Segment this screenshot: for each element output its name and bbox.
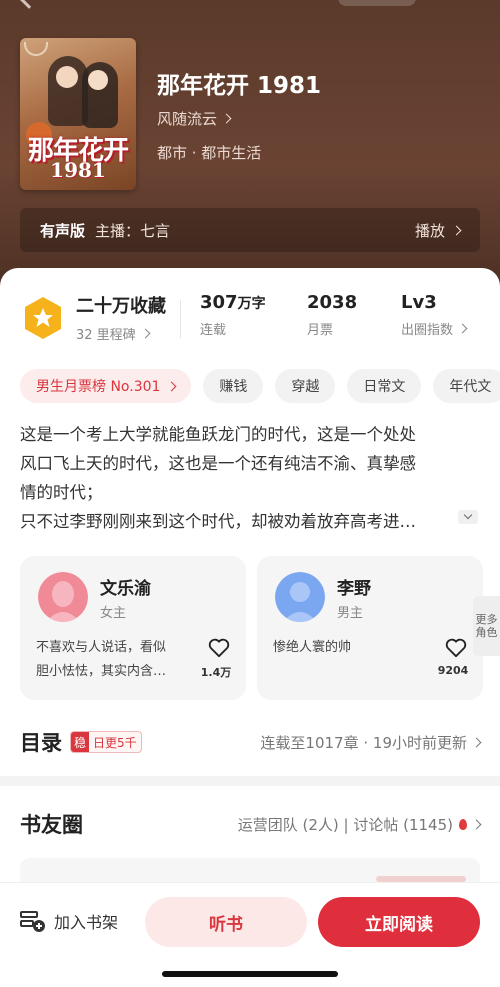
circle-heading: 书友圈 [20, 813, 83, 837]
stat-level-value: Lv3 [401, 292, 437, 313]
read-now-button[interactable]: 立即阅读 [318, 897, 480, 947]
stat-monthly-value: 2038 [307, 292, 358, 313]
bookshelf-add-icon [20, 911, 45, 932]
synopsis[interactable]: 这是一个考上大学就能鱼跃龙门的时代，这是一个处处 风口飞上天的时代，这也是一个还… [20, 420, 480, 536]
role-name: 文乐渝 [100, 579, 151, 599]
chevron-right-icon [221, 113, 232, 124]
role-type: 女主 [100, 606, 127, 621]
stat-words-value: 307 [200, 292, 238, 313]
stat-divider [180, 300, 181, 338]
stat-collect[interactable]: 二十万收藏 32 里程碑 [76, 292, 166, 343]
home-indicator [162, 971, 338, 977]
stat-level[interactable]: Lv3 出圈指数 [401, 292, 468, 338]
audio-host: 主播：七言 [95, 221, 171, 240]
synopsis-line: 这是一个考上大学就能鱼跃龙门的时代，这是一个处处 [20, 425, 416, 444]
author-name: 风随流云 [157, 110, 218, 128]
chevron-right-icon [471, 819, 482, 829]
tag-rank[interactable]: 男生月票榜 No.301 [20, 369, 192, 403]
audio-label: 有声版 [40, 221, 86, 240]
cover-face-girl [88, 70, 108, 90]
flame-icon [459, 818, 467, 830]
synopsis-line: 只不过李野刚刚来到这个时代，却被劝着放弃高考进… [20, 512, 416, 531]
stat-words-unit: 万字 [237, 296, 266, 312]
synopsis-line: 情的时代； [20, 483, 103, 502]
play-label: 播放 [414, 221, 445, 240]
update-badge-text: 日更5千 [93, 735, 137, 750]
hoop-decor [24, 42, 48, 56]
chevron-right-icon [451, 225, 462, 235]
role-card-female[interactable]: 文乐渝 女主 不喜欢与人说话，看似 胆小怯怯，其实内含… 1.4万 [20, 556, 246, 700]
listen-button[interactable]: 听书 [145, 897, 307, 947]
chevron-right-icon [140, 328, 151, 339]
tag-item[interactable]: 赚钱 [203, 369, 264, 403]
stat-collect-value: 二十万收藏 [76, 296, 166, 317]
tag-row: 男生月票榜 No.301 赚钱 穿越 日常文 年代文 [20, 369, 500, 403]
cover-face-boy [56, 66, 78, 88]
role-desc-line: 惨绝人寰的帅 [273, 640, 352, 655]
chevron-right-icon [471, 737, 482, 747]
stat-monthly[interactable]: 2038 月票 [307, 292, 357, 338]
male-avatar [275, 572, 325, 622]
circle-info: 运营团队 (2人) | 讨论帖 (1145) [237, 815, 453, 834]
shelf-label: 加入书架 [54, 913, 119, 932]
stat-monthly-sub: 月票 [307, 323, 334, 338]
toc-heading: 目录 [20, 731, 62, 755]
update-badge-icon: 稳 [71, 732, 90, 752]
back-arrow-icon[interactable] [19, 0, 39, 9]
more-roles-button[interactable]: 更多角色 [473, 596, 500, 656]
role-card-male[interactable]: 李野 男主 惨绝人寰的帅 9204 [257, 556, 483, 700]
add-to-shelf-button[interactable]: 加入书架 [20, 909, 118, 933]
tag-item[interactable]: 穿越 [275, 369, 336, 403]
synopsis-line: 风口飞上天的时代，这也是一个还有纯洁不渝、真挚感 [20, 454, 416, 473]
tag-item[interactable]: 日常文 [347, 369, 422, 403]
toc-row[interactable]: 目录 稳 日更5千 连载至1017章 · 19小时前更新 [20, 726, 482, 758]
tag-item[interactable]: 年代文 [433, 369, 500, 403]
toc-info: 连载至1017章 · 19小时前更新 [260, 733, 467, 752]
role-name: 李野 [337, 579, 371, 599]
update-badge: 稳 日更5千 [70, 731, 142, 753]
chevron-right-icon [166, 381, 177, 391]
female-avatar [38, 572, 88, 622]
book-cover[interactable]: 那年花开 1981 [20, 38, 136, 190]
stat-collect-sub: 32 里程碑 [76, 328, 136, 343]
stat-words-sub: 连载 [200, 323, 227, 338]
role-desc-line: 不喜欢与人说话，看似 [36, 640, 167, 655]
chevron-right-icon [457, 323, 468, 334]
role-desc: 惨绝人寰的帅 [273, 636, 431, 660]
book-circle-row[interactable]: 书友圈 运营团队 (2人) | 讨论帖 (1145) [20, 808, 482, 840]
role-type: 男主 [337, 606, 364, 621]
role-desc: 不喜欢与人说话，看似 胆小怯怯，其实内含… [36, 636, 194, 684]
role-desc-line: 胆小怯怯，其实内含… [36, 664, 167, 679]
star-medal-icon [25, 297, 61, 339]
like-count: 1.4万 [200, 666, 232, 679]
book-genre: 都市 · 都市生活 [157, 144, 262, 162]
top-action-pill[interactable] [338, 0, 416, 6]
expand-synopsis-icon[interactable] [458, 510, 478, 524]
like-count: 9204 [437, 664, 469, 677]
bottom-action-bar: 加入书架 听书 立即阅读 [0, 882, 500, 987]
stat-level-sub: 出圈指数 [401, 323, 454, 338]
audio-edition-bar[interactable]: 有声版 主播：七言 播放 [20, 208, 480, 252]
tag-rank-label: 男生月票榜 No.301 [36, 379, 161, 395]
book-header: 那年花开 1981 那年花开 1981 风随流云 都市 · 都市生活 有声版 主… [0, 0, 500, 300]
book-title: 那年花开 1981 [157, 73, 322, 99]
author-link[interactable]: 风随流云 [157, 108, 232, 129]
section-divider [0, 776, 500, 786]
stat-words: 307万字 连载 [200, 292, 266, 338]
heart-icon[interactable] [445, 638, 467, 658]
heart-icon[interactable] [208, 638, 230, 658]
play-button[interactable]: 播放 [414, 220, 462, 241]
cover-year: 1981 [50, 158, 106, 182]
